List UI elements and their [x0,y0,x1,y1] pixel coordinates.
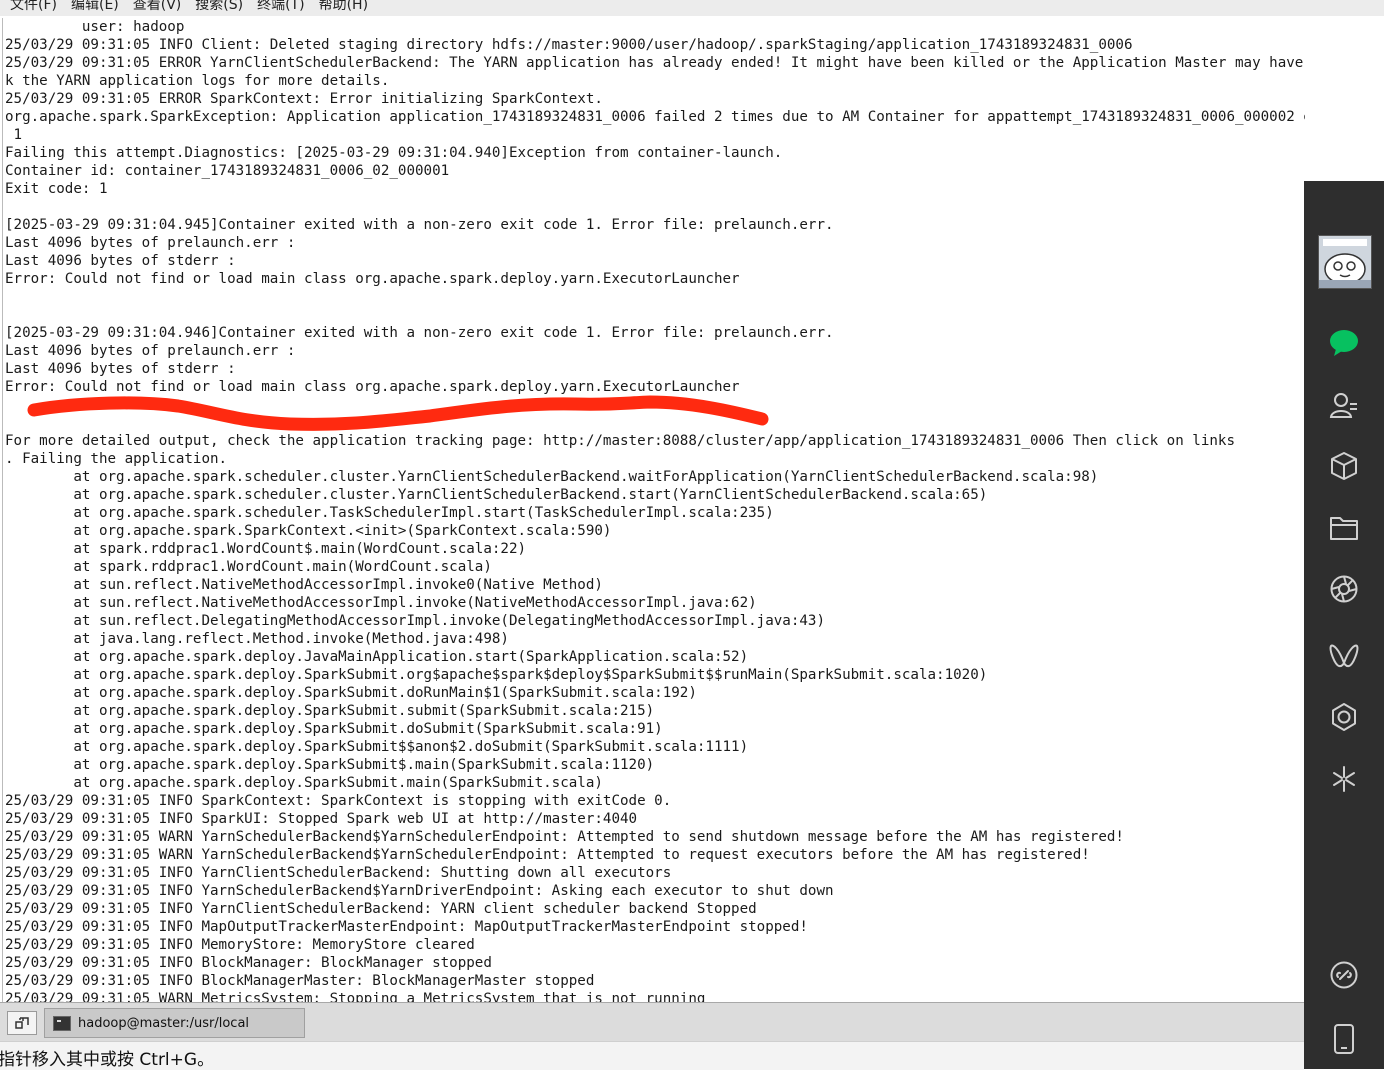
sidebar-channels-button[interactable] [1324,635,1364,675]
sidebar-phone-button[interactable] [1324,1019,1364,1059]
folder-icon [1330,517,1358,540]
terminal-line: 25/03/29 09:31:05 INFO YarnClientSchedul… [5,865,672,881]
terminal-line: at org.apache.spark.deploy.SparkSubmit.o… [5,667,988,683]
sidebar-chat-button[interactable] [1324,323,1364,363]
sidebar-contacts-button[interactable] [1324,385,1364,425]
phone-icon [1334,1024,1354,1054]
terminal-line: at org.apache.spark.deploy.SparkSubmit.m… [5,775,603,791]
terminal-line: Failing this attempt.Diagnostics: [2025-… [5,145,783,161]
sidebar-files-button[interactable] [1324,508,1364,548]
terminal-line: For more detailed output, check the appl… [5,433,1235,449]
sidebar-link-button[interactable] [1324,955,1364,995]
butterfly-icon [1329,644,1359,668]
terminal-line: at org.apache.spark.scheduler.TaskSchedu… [5,505,774,521]
sidebar-favorites-button[interactable] [1324,446,1364,486]
sparkle-icon [1333,766,1355,792]
terminal-line: Last 4096 bytes of prelaunch.err : [5,343,296,359]
terminal-line: Container id: container_1743189324831_00… [5,163,450,179]
terminal-line: at org.apache.spark.scheduler.cluster.Ya… [5,487,988,503]
menu-file[interactable]: 文件(F) [10,0,57,15]
terminal-line: Last 4096 bytes of stderr : [5,253,236,269]
terminal-line: user: hadoop [5,19,185,35]
terminal-line: org.apache.spark.SparkException: Applica… [5,109,1305,125]
terminal-line: Last 4096 bytes of stderr : [5,361,236,377]
terminal-line: at spark.rddprac1.WordCount$.main(WordCo… [5,541,527,557]
terminal-line: k the YARN application logs for more det… [5,73,390,89]
cube-icon [1331,452,1357,480]
terminal-line: 25/03/29 09:31:05 INFO MemoryStore: Memo… [5,937,475,953]
menu-view[interactable]: 查看(V) [133,0,182,15]
taskbar-window-label: hadoop@master:/usr/local [78,1015,250,1031]
link-icon [1330,961,1358,989]
menu-search[interactable]: 搜索(S) [195,0,243,15]
terminal-line: 1 [5,127,23,143]
taskbar-terminal-window[interactable]: hadoop@master:/usr/local [44,1008,305,1038]
menu-bar: 文件(F) 编辑(E) 查看(V) 搜索(S) 终端(T) 帮助(H) [0,0,1384,16]
terminal-line: Last 4096 bytes of prelaunch.err : [5,235,296,251]
terminal-line: at org.apache.spark.deploy.SparkSubmit.s… [5,703,655,719]
show-desktop-button[interactable] [7,1011,37,1035]
terminal-line: 25/03/29 09:31:05 INFO BlockManager: Blo… [5,955,492,971]
wechat-sidebar [1304,181,1384,1069]
menu-edit[interactable]: 编辑(E) [71,0,119,15]
terminal-line: at sun.reflect.NativeMethodAccessorImpl.… [5,595,757,611]
terminal-lines: user: hadoop 25/03/29 09:31:05 INFO Clien… [3,18,1305,1002]
terminal-line: 25/03/29 09:31:05 INFO SparkUI: Stopped … [5,811,638,827]
terminal-output[interactable]: user: hadoop 25/03/29 09:31:05 INFO Clien… [2,18,1305,1002]
sidebar-moments-button[interactable] [1324,569,1364,609]
menu-help[interactable]: 帮助(H) [319,0,368,15]
menu-terminal[interactable]: 终端(T) [257,0,304,15]
terminal-line: [2025-03-29 09:31:04.946]Container exite… [5,325,834,341]
terminal-line: at java.lang.reflect.Method.invoke(Metho… [5,631,509,647]
terminal-line: at org.apache.spark.deploy.SparkSubmit$$… [5,739,749,755]
terminal-line: 25/03/29 09:31:05 INFO BlockManagerMaste… [5,973,595,989]
terminal-line: 25/03/29 09:31:05 ERROR YarnClientSchedu… [5,55,1305,71]
terminal-line: at spark.rddprac1.WordCount.main(WordCou… [5,559,492,575]
terminal-line: 25/03/29 09:31:05 WARN YarnSchedulerBack… [5,847,1090,863]
terminal-line: at sun.reflect.NativeMethodAccessorImpl.… [5,577,603,593]
sidebar-mini-programs-button[interactable] [1324,697,1364,737]
terminal-line: Exit code: 1 [5,181,108,197]
terminal-line: 25/03/29 09:31:05 INFO YarnClientSchedul… [5,901,757,917]
terminal-line: 25/03/29 09:31:05 WARN YarnSchedulerBack… [5,829,1124,845]
sidebar-search-button[interactable] [1324,759,1364,799]
terminal-line: Error: Could not find or load main class… [5,271,740,287]
terminal-line: Error: Could not find or load main class… [5,379,740,395]
terminal-line: 25/03/29 09:31:05 ERROR SparkContext: Er… [5,91,603,107]
status-bar: 指针移入其中或按 Ctrl+G。 [0,1041,1304,1070]
taskbar: hadoop@master:/usr/local [0,1002,1304,1041]
terminal-line: 25/03/29 09:31:05 INFO MapOutputTrackerM… [5,919,808,935]
terminal-line: . Failing the application. [5,451,228,467]
terminal-line: at org.apache.spark.deploy.SparkSubmit.d… [5,685,697,701]
terminal-line: at org.apache.spark.deploy.SparkSubmit$.… [5,757,655,773]
status-hint: 指针移入其中或按 Ctrl+G。 [0,1050,215,1070]
gear-flower-icon [1332,703,1356,731]
avatar[interactable] [1318,235,1372,289]
terminal-icon [53,1015,71,1031]
avatar-cartoon-icon [1319,236,1371,288]
terminal-line: at org.apache.spark.SparkContext.<init>(… [5,523,612,539]
terminal-line: 25/03/29 09:31:05 INFO Client: Deleted s… [5,37,1133,53]
terminal-line: at sun.reflect.DelegatingMethodAccessorI… [5,613,825,629]
window-switch-icon [15,1017,29,1029]
terminal-line: at org.apache.spark.deploy.SparkSubmit.d… [5,721,663,737]
chat-icon [1330,330,1358,356]
terminal-line: at org.apache.spark.scheduler.cluster.Ya… [5,469,1099,485]
terminal-line: [2025-03-29 09:31:04.945]Container exite… [5,217,834,233]
terminal-line: 25/03/29 09:31:05 WARN MetricsSystem: St… [5,991,706,1002]
terminal-line: 25/03/29 09:31:05 INFO YarnSchedulerBack… [5,883,834,899]
terminal-line: 25/03/29 09:31:05 INFO SparkContext: Spa… [5,793,672,809]
contacts-icon [1329,393,1357,418]
aperture-icon [1330,575,1358,603]
terminal-line: at org.apache.spark.deploy.JavaMainAppli… [5,649,749,665]
